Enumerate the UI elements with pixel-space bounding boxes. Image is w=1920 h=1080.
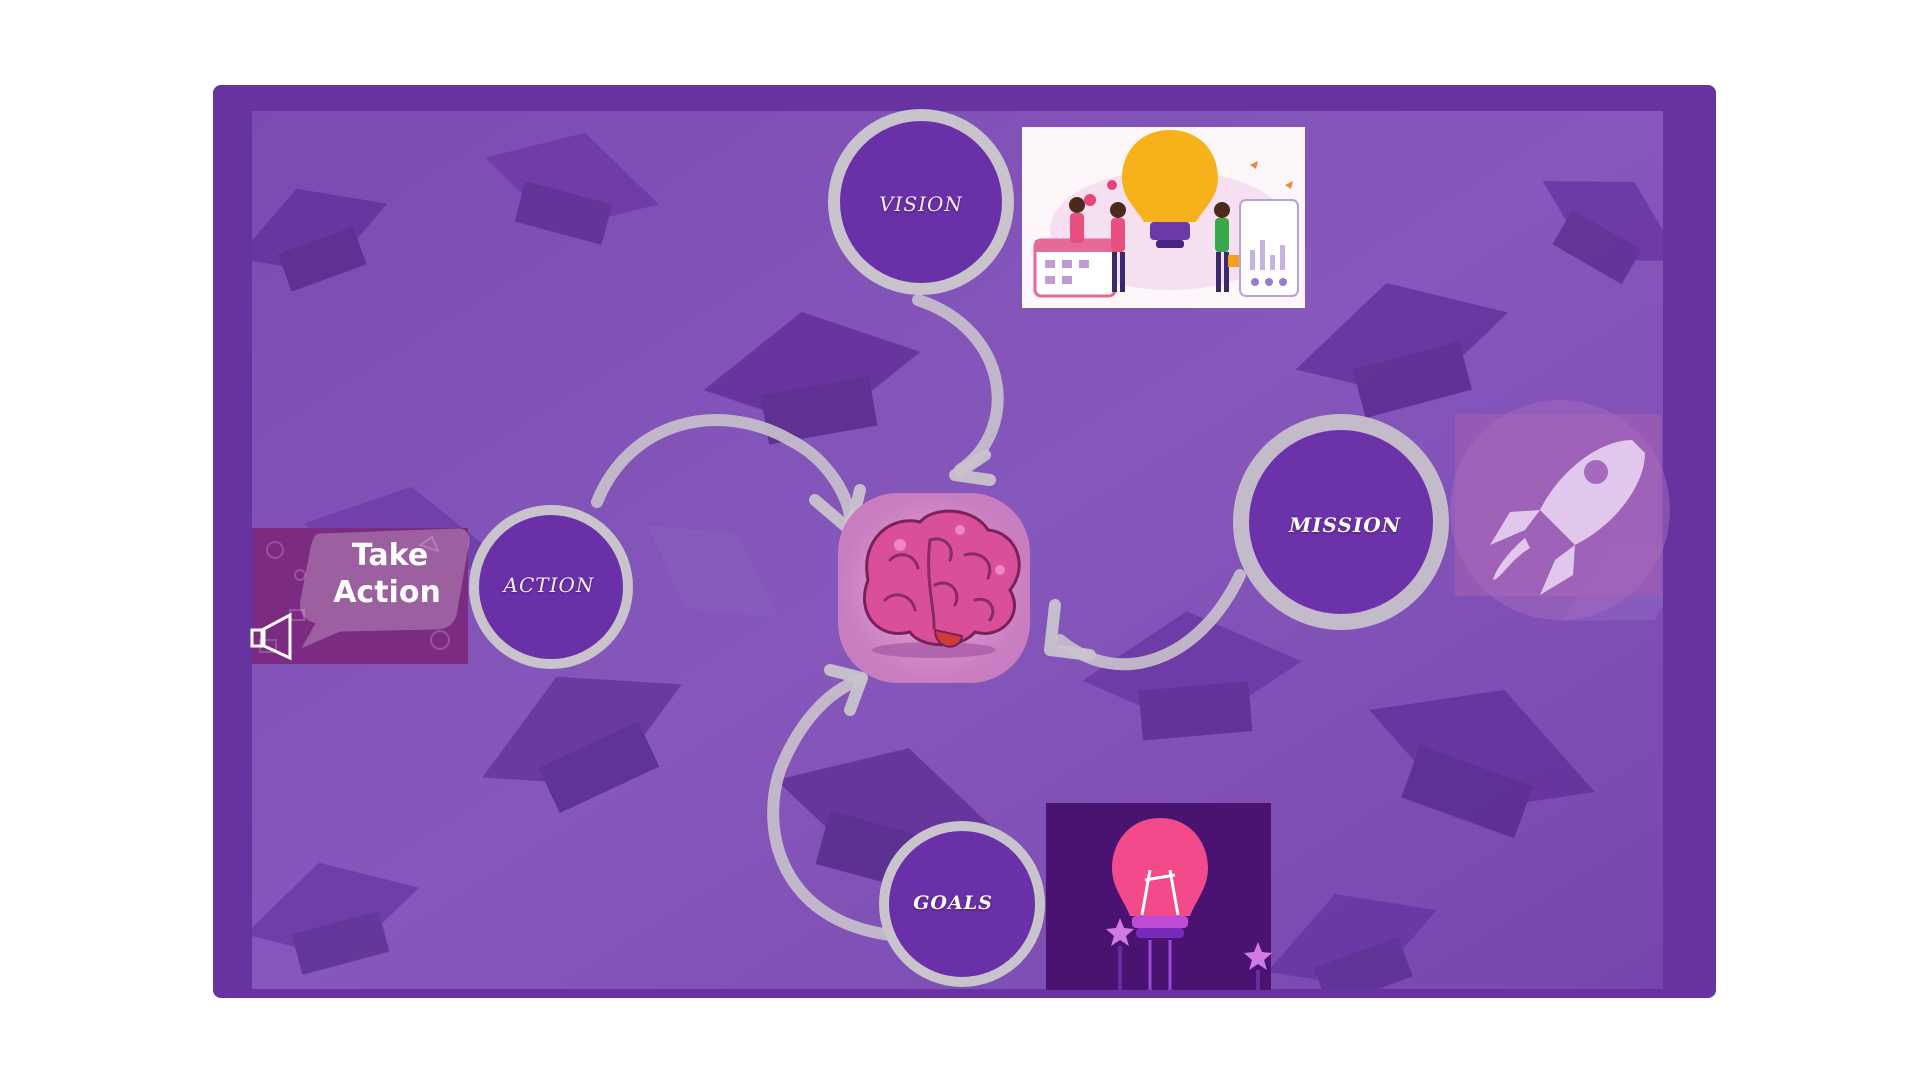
node-action-label[interactable]: ACTION — [504, 573, 595, 597]
presentation-stage: Take Action VISION ACTION MISSION GOALS — [0, 0, 1920, 1080]
take-action-image: Take Action — [250, 528, 470, 664]
node-goals-label[interactable]: GOALS — [913, 892, 993, 914]
node-mission-label[interactable]: MISSION — [1289, 513, 1401, 537]
center-node[interactable] — [838, 493, 1030, 683]
chart-board-icon — [1239, 199, 1299, 297]
take-action-line2: Action — [333, 575, 441, 610]
node-vision-label[interactable]: VISION — [879, 192, 963, 216]
calendar-icon — [1033, 238, 1117, 298]
rocket-image — [1450, 400, 1670, 620]
goals-bulb-image — [1046, 803, 1272, 990]
take-action-line1: Take — [352, 538, 428, 573]
vision-illustration-image — [1022, 127, 1305, 308]
